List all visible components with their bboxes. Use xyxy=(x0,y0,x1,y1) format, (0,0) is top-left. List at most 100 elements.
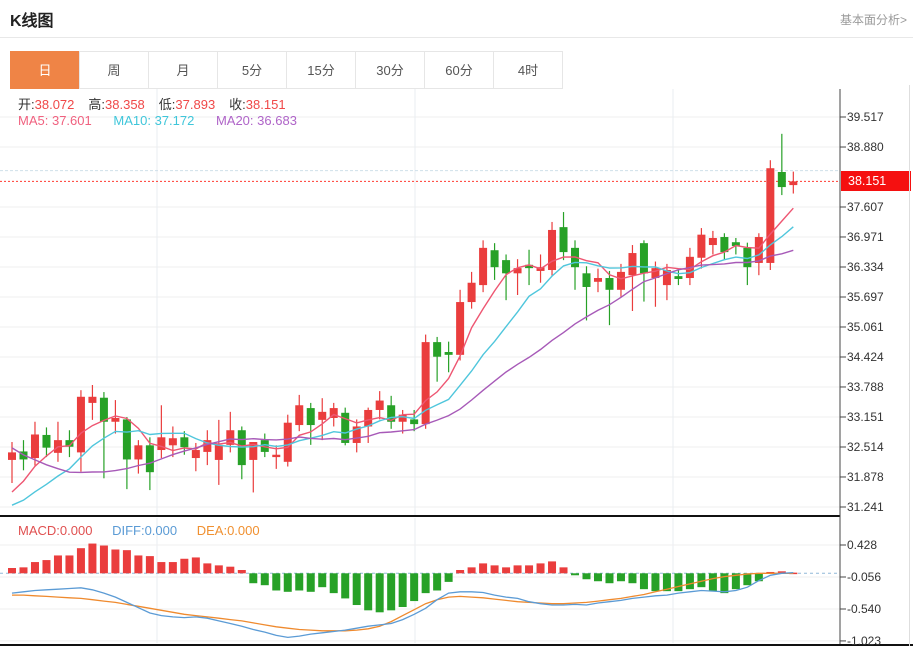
macd-hist-bar xyxy=(272,573,280,590)
low-label: 低: xyxy=(159,97,176,112)
price-axis-label: 31.241 xyxy=(847,500,884,514)
candle-body xyxy=(789,181,797,185)
macd-hist-bar xyxy=(605,573,613,583)
candle-body xyxy=(284,423,292,462)
close-label: 收: xyxy=(229,97,246,112)
macd-hist-bar xyxy=(410,573,418,601)
macd-hist-bar xyxy=(8,568,16,573)
macd-hist-bar xyxy=(525,565,533,573)
candle-body xyxy=(169,438,177,445)
macd-hist-bar xyxy=(628,573,636,583)
macd-value: 0.000 xyxy=(60,523,93,538)
price-axis-label: 36.971 xyxy=(847,230,884,244)
candle-body xyxy=(376,401,384,410)
ma5-value: 37.601 xyxy=(52,113,92,128)
macd-hist-bar xyxy=(674,573,682,591)
macd-hist-bar xyxy=(192,557,200,573)
macd-hist-bar xyxy=(134,555,142,573)
close-value: 38.151 xyxy=(246,97,286,112)
candle-body xyxy=(766,168,774,263)
candle-body xyxy=(605,278,613,290)
price-axis-label: 33.788 xyxy=(847,380,884,394)
macd-hist-bar xyxy=(261,573,269,585)
macd-hist-bar xyxy=(548,561,556,573)
macd-hist-bar xyxy=(583,573,591,579)
macd-hist-bar xyxy=(180,559,188,574)
macd-hist-bar xyxy=(157,562,165,573)
candle-body xyxy=(674,276,682,279)
diff-value: 0.000 xyxy=(145,523,178,538)
candle-body xyxy=(215,445,223,460)
price-axis-label: 35.697 xyxy=(847,290,884,304)
macd-hist-bar xyxy=(111,550,119,574)
macd-hist-bar xyxy=(146,556,154,573)
ma20-value: 36.683 xyxy=(257,113,297,128)
price-axis-label: 34.424 xyxy=(847,350,884,364)
macd-hist-bar xyxy=(330,573,338,593)
ohlc-readout: 开:38.072高:38.358低:37.893收:38.151 xyxy=(18,94,300,113)
price-axis-label: 35.061 xyxy=(847,320,884,334)
candle-body xyxy=(433,342,441,357)
ma5-label: MA5: xyxy=(18,113,48,128)
candle-body xyxy=(560,227,568,252)
candle-body xyxy=(123,419,131,459)
macd-hist-bar xyxy=(743,573,751,585)
candle-body xyxy=(31,434,39,458)
macd-label: MACD: xyxy=(18,523,60,538)
candle-body xyxy=(445,352,453,355)
price-axis-label: 37.607 xyxy=(847,200,884,214)
price-axis-label: 38.880 xyxy=(847,140,884,154)
price-axis-label: 32.514 xyxy=(847,440,884,454)
macd-hist-bar xyxy=(514,565,522,573)
macd-hist-bar xyxy=(341,573,349,598)
macd-hist-bar xyxy=(203,563,211,573)
candle-body xyxy=(709,238,717,245)
macd-hist-bar xyxy=(364,573,372,610)
macd-hist-bar xyxy=(123,550,131,573)
candle-body xyxy=(192,450,200,458)
candle-body xyxy=(88,397,96,403)
candle-body xyxy=(468,283,476,302)
macd-axis-label: -0.056 xyxy=(847,570,881,584)
macd-hist-bar xyxy=(399,573,407,607)
open-value: 38.072 xyxy=(35,97,75,112)
macd-hist-bar xyxy=(307,573,315,592)
candle-body xyxy=(42,435,50,448)
macd-hist-bar xyxy=(295,573,303,590)
ma10-value: 37.172 xyxy=(155,113,195,128)
candle-body xyxy=(628,253,636,275)
price-axis-label: 36.334 xyxy=(847,260,884,274)
macd-hist-bar xyxy=(100,546,108,574)
candle-body xyxy=(8,452,16,460)
macd-hist-bar xyxy=(169,562,177,573)
candle-body xyxy=(491,250,499,267)
macd-hist-bar xyxy=(709,573,717,591)
macd-hist-bar xyxy=(594,573,602,581)
macd-hist-bar xyxy=(42,560,50,573)
candle-body xyxy=(307,408,315,425)
macd-axis-label: 0.428 xyxy=(847,538,877,552)
macd-hist-bar xyxy=(640,573,648,589)
macd-hist-bar xyxy=(686,573,694,589)
price-axis-label: 33.151 xyxy=(847,410,884,424)
macd-hist-bar xyxy=(54,555,62,573)
candle-body xyxy=(456,302,464,355)
macd-hist-bar xyxy=(445,573,453,582)
dea-label: DEA: xyxy=(197,523,227,538)
candle-body xyxy=(295,405,303,425)
high-value: 38.358 xyxy=(105,97,145,112)
macd-hist-bar xyxy=(65,555,73,573)
candle-body xyxy=(617,272,625,290)
diff-label: DIFF: xyxy=(112,523,145,538)
kline-page: { "header": { "title": "K线图", "analysis_… xyxy=(0,0,913,646)
candle-body xyxy=(272,455,280,457)
macd-hist-bar xyxy=(651,573,659,591)
macd-hist-bar xyxy=(456,570,464,573)
candle-body xyxy=(410,419,418,424)
dea-value: 0.000 xyxy=(227,523,260,538)
macd-hist-bar xyxy=(433,573,441,590)
candle-body xyxy=(146,445,154,472)
macd-hist-bar xyxy=(571,573,579,575)
candle-body xyxy=(318,412,326,420)
macd-hist-bar xyxy=(88,544,96,574)
